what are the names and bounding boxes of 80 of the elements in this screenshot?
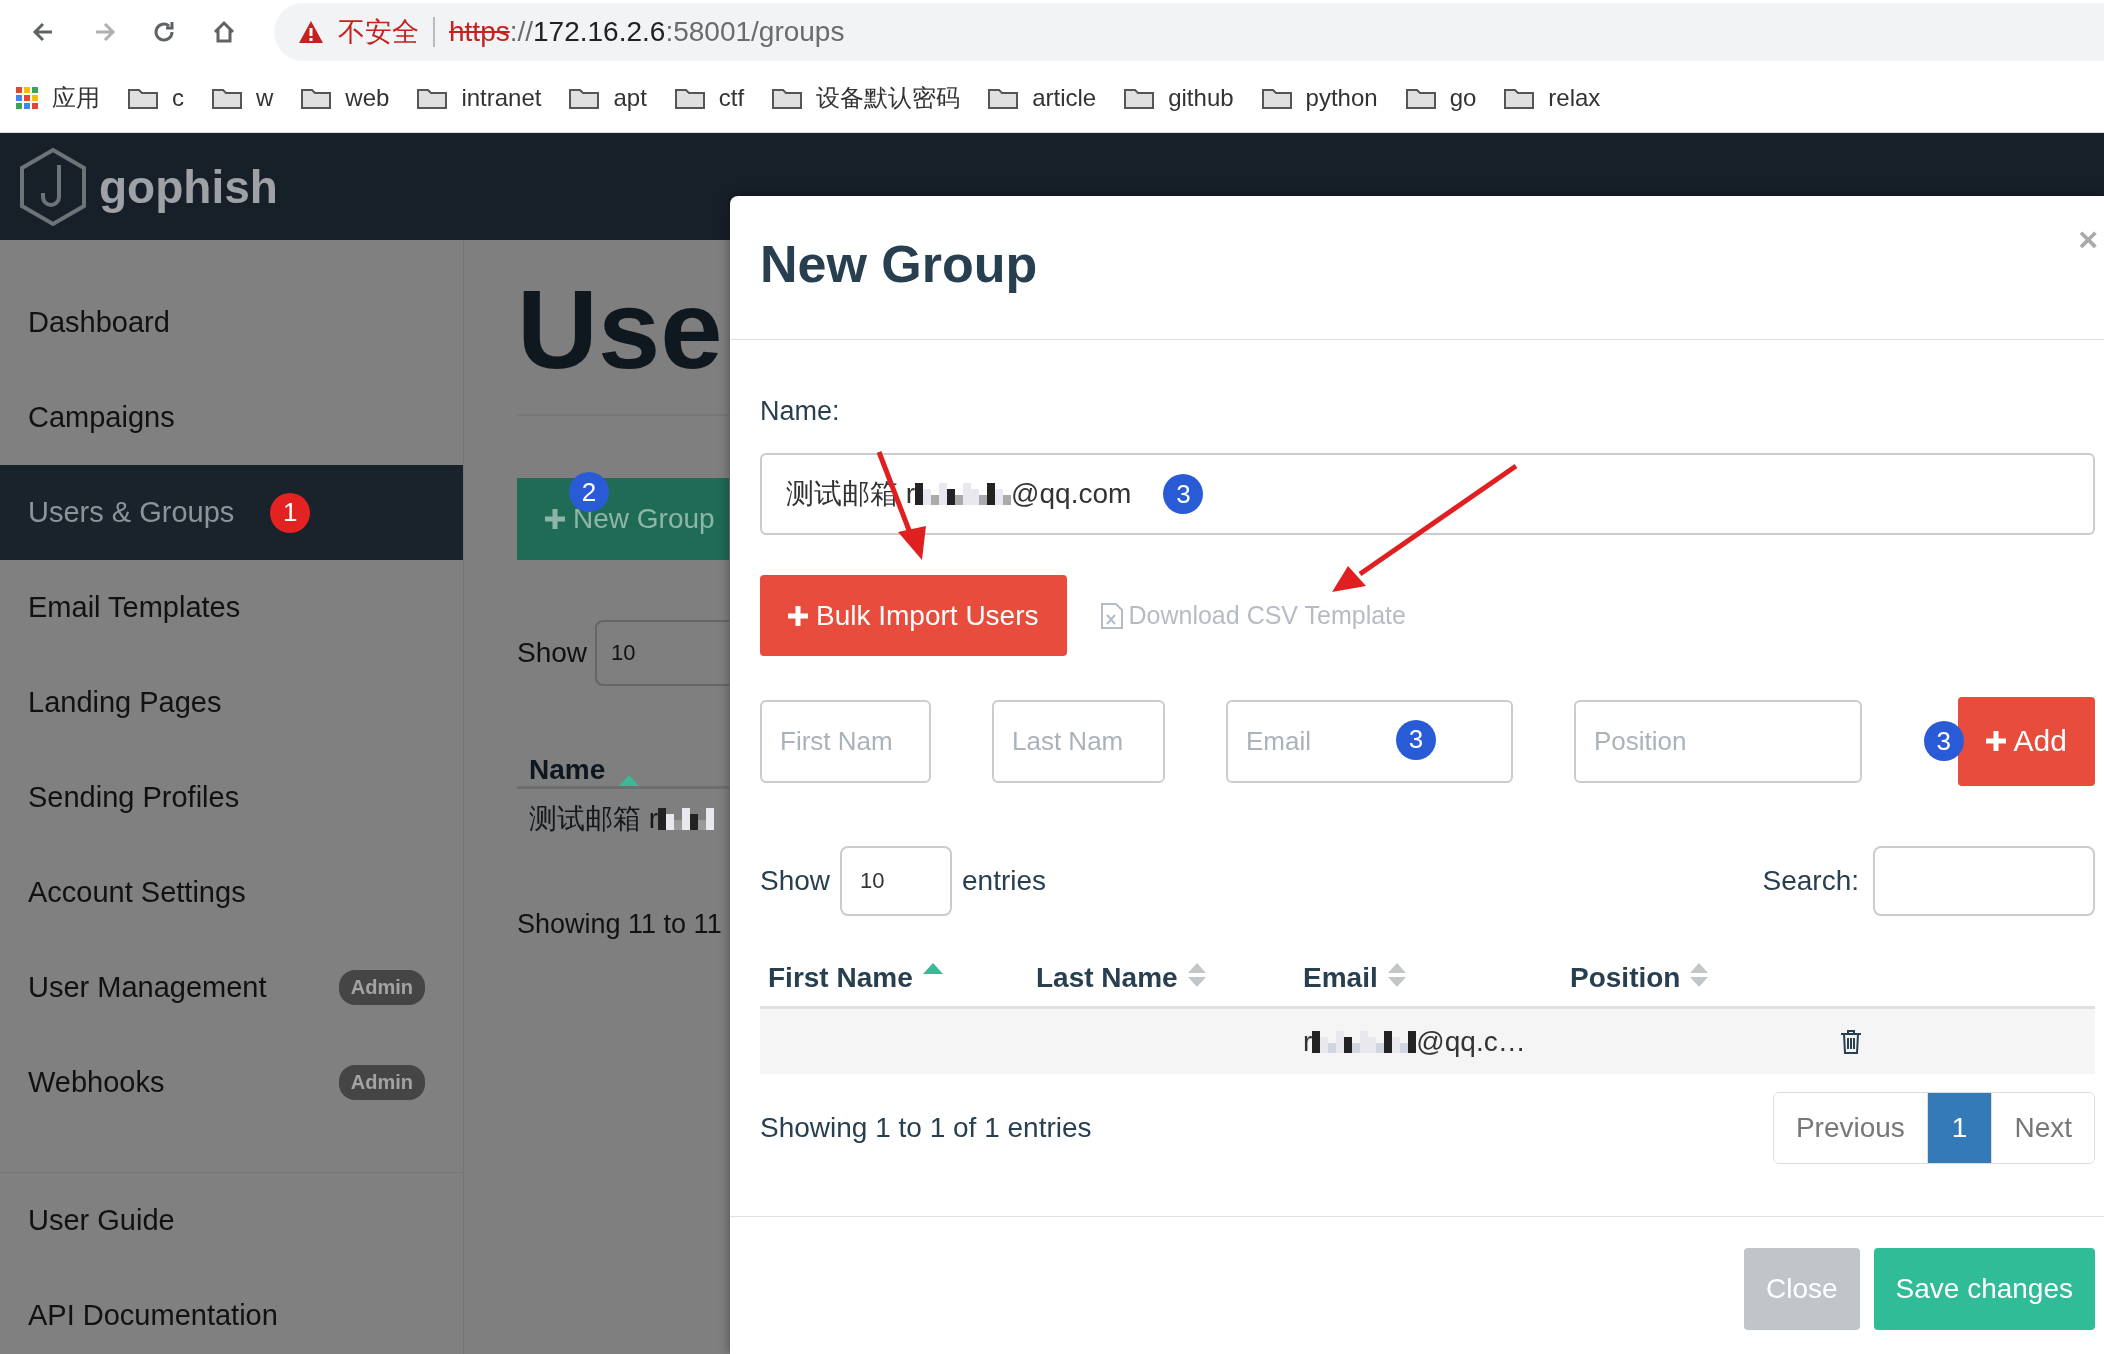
bookmark-link[interactable]: 设备默认密码 — [816, 82, 961, 114]
sidebar-item[interactable]: API Documentation — [0, 1268, 463, 1354]
bookmark-link[interactable]: article — [1032, 84, 1097, 112]
bookmark-link[interactable]: python — [1305, 84, 1378, 112]
folder-icon — [212, 87, 242, 109]
admin-badge: Admin — [338, 970, 425, 1005]
text-field[interactable]: Last Nam — [992, 699, 1165, 783]
table-info: Showing 1 to 1 of 1 entries — [760, 1112, 1092, 1144]
column-header[interactable]: First Name — [768, 962, 913, 994]
show-label: Show — [760, 865, 831, 897]
bookmark-link[interactable]: 应用 — [52, 82, 100, 114]
sidebar-item[interactable]: Campaigns — [0, 370, 463, 465]
folder-icon — [1261, 87, 1292, 109]
page-length-select[interactable]: 10 — [840, 846, 953, 916]
admin-badge: Admin — [338, 1065, 425, 1100]
text-field[interactable]: First Nam — [760, 699, 931, 783]
sidebar-item[interactable]: Dashboard — [0, 275, 463, 370]
trash-icon[interactable] — [1840, 1028, 1862, 1055]
pagination-button[interactable]: Next — [1991, 1093, 2094, 1163]
sidebar-item[interactable]: Users & Groups 1 — [0, 465, 463, 560]
bookmark-link[interactable]: go — [1449, 84, 1477, 112]
column-header[interactable]: Last Name — [1036, 962, 1178, 994]
bookmark-link[interactable]: web — [345, 84, 390, 112]
bulk-import-button[interactable]: Bulk Import Users — [760, 575, 1067, 656]
plus-icon — [788, 605, 808, 626]
show-label: Show — [517, 637, 588, 669]
warning-icon — [298, 20, 324, 44]
entries-label: entries — [962, 865, 1047, 897]
plus-icon — [1985, 731, 2006, 751]
modal-title: New Group — [760, 233, 1038, 294]
text-field[interactable]: Position — [1574, 699, 1862, 783]
bookmark-link[interactable]: github — [1168, 84, 1234, 112]
sidebar-item[interactable]: Landing Pages — [0, 655, 463, 750]
annotation-marker: 3 — [1923, 721, 1964, 761]
bookmark-link[interactable]: intranet — [461, 84, 542, 112]
table-info: Showing 11 to 11 — [517, 909, 723, 940]
sidebar-item[interactable]: Email Templates — [0, 560, 463, 655]
bookmark-link[interactable]: w — [256, 84, 274, 112]
column-header[interactable]: Email — [1303, 962, 1378, 994]
save-button[interactable]: Save changes — [1873, 1248, 2095, 1330]
sidebar-item[interactable]: User Management Admin — [0, 940, 463, 1035]
folder-icon — [128, 87, 158, 109]
folder-icon — [569, 87, 600, 109]
hook-logo-icon — [17, 146, 89, 227]
bookmark-link[interactable]: apt — [613, 84, 647, 112]
plus-icon — [545, 509, 565, 529]
folder-icon — [1504, 87, 1535, 109]
folder-icon — [301, 87, 332, 109]
column-header[interactable]: Name — [529, 754, 606, 786]
annotation-marker: 1 — [270, 492, 311, 533]
folder-icon — [772, 87, 803, 109]
sidebar-item[interactable]: Webhooks Admin — [0, 1035, 463, 1130]
add-button[interactable]: Add — [1957, 696, 2095, 786]
page-title: Use — [517, 270, 724, 390]
apps-grid-icon — [16, 87, 38, 109]
brand-name: gophish — [99, 159, 278, 214]
column-header[interactable]: Position — [1570, 962, 1681, 994]
folder-icon — [1405, 87, 1436, 109]
sidebar-item[interactable]: Sending Profiles — [0, 750, 463, 845]
pagination-button[interactable]: 1 — [1926, 1093, 1992, 1163]
sidebar-item[interactable]: Account Settings — [0, 845, 463, 940]
search-field[interactable] — [1873, 846, 2095, 916]
folder-icon — [1124, 87, 1155, 109]
bookmark-link[interactable]: ctf — [718, 84, 745, 112]
security-label: 不安全 — [338, 16, 419, 49]
annotation-marker: 3 — [1163, 474, 1204, 514]
folder-icon — [988, 87, 1019, 109]
search-label: Search: — [1762, 865, 1859, 897]
name-label: Name: — [760, 396, 840, 427]
sidebar-item[interactable]: User Guide — [0, 1173, 463, 1268]
bookmark-link[interactable]: c — [172, 84, 184, 112]
spreadsheet-file-icon — [1100, 602, 1123, 629]
email-cell-start: r — [1303, 1025, 1313, 1058]
folder-icon — [674, 87, 705, 109]
url-text: https://172.16.2.6:58001/groups — [449, 16, 845, 48]
table-cell: @qq.c… — [1416, 1025, 1526, 1058]
address-bar[interactable]: 不安全 https://172.16.2.6:58001/groups — [274, 3, 2104, 61]
bookmark-link[interactable]: relax — [1548, 84, 1601, 112]
table-cell-text: 测试邮箱 r — [529, 802, 659, 836]
folder-icon — [417, 87, 448, 109]
